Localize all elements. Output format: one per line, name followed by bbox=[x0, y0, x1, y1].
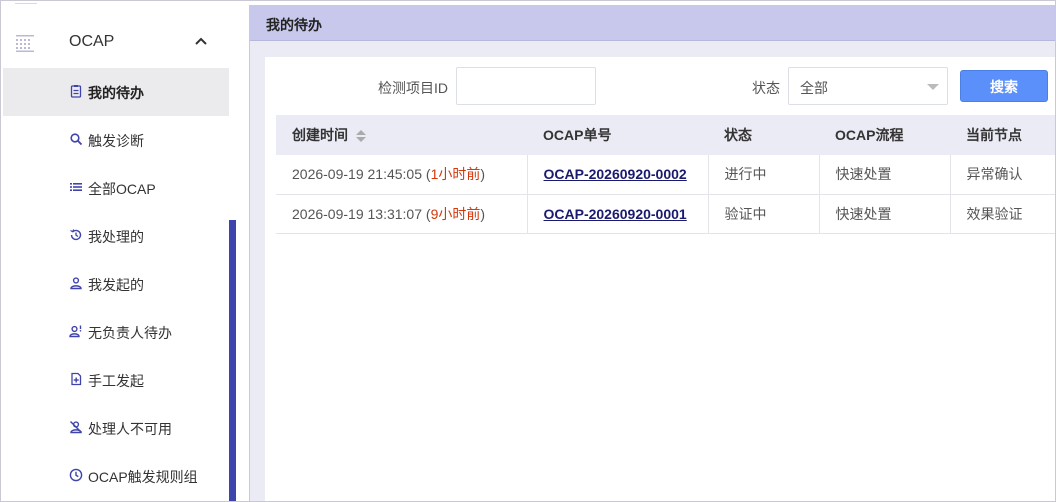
created-time: 2026-09-19 21:45:05 bbox=[292, 166, 422, 183]
project-id-label: 检测项目ID bbox=[378, 80, 448, 96]
todo-card: 检测项目ID 状态 全部 搜索 创建时间 OCAP单号 状态 OCAP流程 当前… bbox=[265, 57, 1055, 501]
caret-down-icon bbox=[927, 84, 939, 90]
cell-ocap-flow: 快速处置 bbox=[819, 155, 951, 195]
clipboard-icon bbox=[70, 85, 82, 98]
cell-created-time: 2026-09-19 13:31:07 (9小时前) bbox=[276, 194, 528, 234]
time-ago-close-paren: ) bbox=[480, 205, 486, 222]
time-ago: 1小时前 bbox=[430, 166, 481, 183]
table-row: 2026-09-19 13:31:07 (9小时前) OCAP-20260920… bbox=[276, 194, 1055, 234]
cell-ocap-number: OCAP-20260920-0001 bbox=[527, 194, 709, 234]
cell-status: 进行中 bbox=[708, 155, 820, 195]
sidebar: OCAP 我的待办 触发诊断 全部OCAP 我处理的 我发起的 无负责人待办 手… bbox=[3, 1, 229, 501]
grid-icon bbox=[16, 35, 34, 52]
todo-table: 创建时间 OCAP单号 状态 OCAP流程 当前节点 2026-09-19 21… bbox=[276, 115, 1055, 234]
ocap-number-link[interactable]: OCAP-20260920-0001 bbox=[544, 206, 687, 222]
clock-icon bbox=[69, 468, 83, 482]
time-ago-open-paren: ( bbox=[422, 166, 431, 183]
sidebar-item-label: 无负责人待办 bbox=[88, 325, 172, 341]
sidebar-group-ocap[interactable]: OCAP bbox=[3, 19, 229, 67]
status-select[interactable]: 全部 bbox=[788, 67, 948, 105]
column-header-label: 创建时间 bbox=[292, 127, 348, 143]
sidebar-item-unassigned-todo[interactable]: 无负责人待办 bbox=[3, 308, 229, 356]
project-id-input[interactable] bbox=[456, 67, 596, 105]
sidebar-item-ocap-trigger-rules[interactable]: OCAP触发规则组 bbox=[3, 452, 229, 500]
sidebar-item-label: 我处理的 bbox=[88, 229, 144, 245]
cell-created-time: 2026-09-19 21:45:05 (1小时前) bbox=[276, 155, 528, 195]
column-header-created-time[interactable]: 创建时间 bbox=[276, 115, 527, 155]
column-header-ocap-number: OCAP单号 bbox=[527, 115, 708, 155]
user-unassigned-icon bbox=[69, 325, 82, 338]
cell-current-node: 效果验证 bbox=[950, 194, 1055, 234]
sidebar-scrollbar[interactable] bbox=[229, 220, 236, 501]
document-add-icon bbox=[71, 372, 82, 386]
sidebar-item-label: 全部OCAP bbox=[88, 181, 156, 197]
sidebar-group-label: OCAP bbox=[69, 33, 115, 50]
sidebar-item-processed-by-me[interactable]: 我处理的 bbox=[3, 212, 229, 260]
sidebar-item-all-ocap[interactable]: 全部OCAP bbox=[3, 164, 229, 212]
sidebar-item-handler-unavailable[interactable]: 处理人不可用 bbox=[3, 404, 229, 452]
sidebar-item-label: 触发诊断 bbox=[88, 133, 144, 149]
sidebar-item-manual-initiate[interactable]: 手工发起 bbox=[3, 356, 229, 404]
cell-ocap-flow: 快速处置 bbox=[819, 194, 951, 234]
table-row: 2026-09-19 21:45:05 (1小时前) OCAP-20260920… bbox=[276, 155, 1055, 195]
column-header-status: 状态 bbox=[708, 115, 819, 155]
chevron-up-icon[interactable] bbox=[193, 33, 209, 49]
history-icon bbox=[70, 229, 82, 241]
cell-current-node: 异常确认 bbox=[950, 155, 1055, 195]
main-content: 我的待办 检测项目ID 状态 全部 搜索 创建时间 OCAP单号 状态 OCAP… bbox=[236, 1, 1055, 501]
column-header-current-node: 当前节点 bbox=[950, 115, 1055, 155]
status-select-value: 全部 bbox=[800, 80, 828, 96]
created-time: 2026-09-19 13:31:07 bbox=[292, 205, 422, 222]
sort-icon[interactable] bbox=[356, 130, 366, 143]
status-label: 状态 bbox=[752, 80, 780, 96]
time-ago: 9小时前 bbox=[430, 205, 481, 222]
sidebar-item-label: OCAP触发规则组 bbox=[88, 469, 198, 485]
cell-status: 验证中 bbox=[708, 194, 820, 234]
sidebar-item-label: 我发起的 bbox=[88, 277, 144, 293]
sidebar-item-my-todo[interactable]: 我的待办 bbox=[3, 68, 229, 116]
search-icon bbox=[70, 133, 83, 146]
user-disabled-icon bbox=[70, 421, 82, 434]
sidebar-item-label: 手工发起 bbox=[88, 373, 144, 389]
ocap-number-link[interactable]: OCAP-20260920-0002 bbox=[544, 166, 687, 182]
user-icon bbox=[70, 277, 82, 290]
sidebar-item-trigger-diagnosis[interactable]: 触发诊断 bbox=[3, 116, 229, 164]
time-ago-close-paren: ) bbox=[480, 166, 486, 183]
panel-header: 我的待办 bbox=[250, 5, 1055, 41]
cell-ocap-number: OCAP-20260920-0002 bbox=[527, 155, 709, 195]
app-window: OCAP 我的待办 触发诊断 全部OCAP 我处理的 我发起的 无负责人待办 手… bbox=[0, 0, 1056, 502]
search-button[interactable]: 搜索 bbox=[960, 70, 1048, 102]
sidebar-top-divider bbox=[15, 1, 37, 4]
time-ago-open-paren: ( bbox=[422, 205, 431, 222]
list-icon bbox=[70, 183, 82, 191]
page-title: 我的待办 bbox=[266, 17, 322, 33]
column-header-ocap-flow: OCAP流程 bbox=[819, 115, 950, 155]
sidebar-item-label: 处理人不可用 bbox=[88, 421, 172, 437]
sidebar-item-label: 我的待办 bbox=[88, 85, 144, 101]
table-header-row: 创建时间 OCAP单号 状态 OCAP流程 当前节点 bbox=[276, 115, 1055, 155]
todo-panel: 我的待办 检测项目ID 状态 全部 搜索 创建时间 OCAP单号 状态 OCAP… bbox=[249, 5, 1055, 501]
sidebar-item-initiated-by-me[interactable]: 我发起的 bbox=[3, 260, 229, 308]
